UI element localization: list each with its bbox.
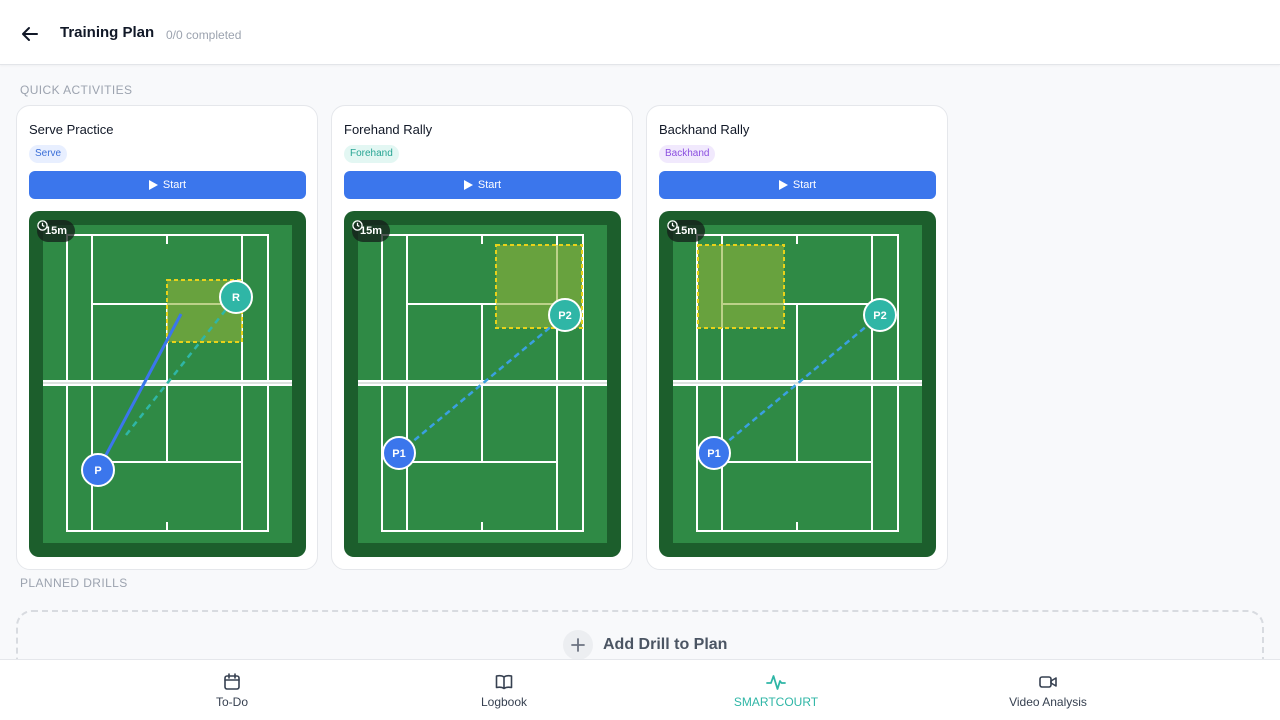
start-button[interactable]: Start	[659, 171, 936, 199]
player-label: P2	[558, 310, 571, 322]
start-label: Start	[477, 179, 502, 191]
play-icon	[148, 180, 158, 190]
duration-text: 15m	[45, 225, 68, 237]
court-diagram: P1 P2 15m	[659, 211, 936, 557]
tag-badge: Backhand	[659, 145, 716, 163]
video-icon	[1039, 676, 1057, 688]
page-title: Training Plan	[60, 24, 155, 41]
card-title: Forehand Rally	[344, 122, 433, 137]
bottom-navigation: To-Do Logbook SMARTCOURT Video Analysis	[0, 659, 1280, 720]
nav-label: SMARTCOURT	[733, 695, 819, 709]
card-title: Backhand Rally	[659, 122, 750, 137]
card-title: Serve Practice	[29, 122, 114, 137]
app-header: Training Plan 0/0 completed	[0, 0, 1280, 65]
add-drill-label: Add Drill to Plan	[603, 636, 728, 653]
back-button[interactable]	[16, 20, 44, 48]
progress-text: 0/0 completed	[166, 28, 242, 42]
section-label-planned: PLANNED DRILLS	[20, 576, 128, 590]
start-label: Start	[162, 179, 187, 191]
target-zone	[697, 244, 785, 329]
nav-item-todo[interactable]: To-Do	[96, 660, 368, 720]
duration-text: 15m	[360, 225, 383, 237]
player-label: P2	[873, 310, 886, 322]
nav-item-smartcourt[interactable]: SMARTCOURT	[640, 660, 912, 720]
section-label-quick: QUICK ACTIVITIES	[20, 83, 133, 97]
tag-badge: Forehand	[344, 145, 399, 163]
book-icon	[495, 674, 513, 690]
court-diagram: P1 P2 15m	[344, 211, 621, 557]
nav-item-video-analysis[interactable]: Video Analysis	[912, 660, 1184, 720]
player-label: P	[94, 465, 101, 477]
calendar-icon	[224, 673, 240, 690]
start-button[interactable]: Start	[344, 171, 621, 199]
duration-badge: 15m	[352, 220, 391, 242]
duration-badge: 15m	[37, 220, 76, 242]
duration-badge: 15m	[667, 220, 706, 242]
start-label: Start	[792, 179, 817, 191]
player-label: R	[232, 292, 240, 304]
activity-card-forehand: Forehand Rally Forehand Start P1 P2 15m	[331, 105, 633, 570]
arrow-left-icon	[22, 27, 38, 41]
activity-icon	[766, 675, 786, 690]
clock-icon	[667, 220, 678, 231]
nav-label: Logbook	[480, 695, 528, 709]
play-icon	[463, 180, 473, 190]
nav-label: Video Analysis	[1009, 695, 1087, 709]
clock-icon	[352, 220, 363, 231]
clock-icon	[37, 220, 48, 231]
add-drill-button[interactable]: Add Drill to Plan	[563, 630, 727, 660]
play-icon	[778, 180, 788, 190]
player-label: P1	[707, 448, 720, 460]
plus-icon	[563, 630, 593, 660]
court-diagram: P R 15m	[29, 211, 306, 557]
duration-text: 15m	[675, 225, 698, 237]
activity-card-serve: Serve Practice Serve Start P R 15m	[16, 105, 318, 570]
player-label: P1	[392, 448, 405, 460]
tag-badge: Serve	[29, 145, 68, 163]
nav-item-logbook[interactable]: Logbook	[368, 660, 640, 720]
nav-label: To-Do	[215, 695, 248, 709]
start-button[interactable]: Start	[29, 171, 306, 199]
activity-card-backhand: Backhand Rally Backhand Start P1 P2 15m	[646, 105, 948, 570]
